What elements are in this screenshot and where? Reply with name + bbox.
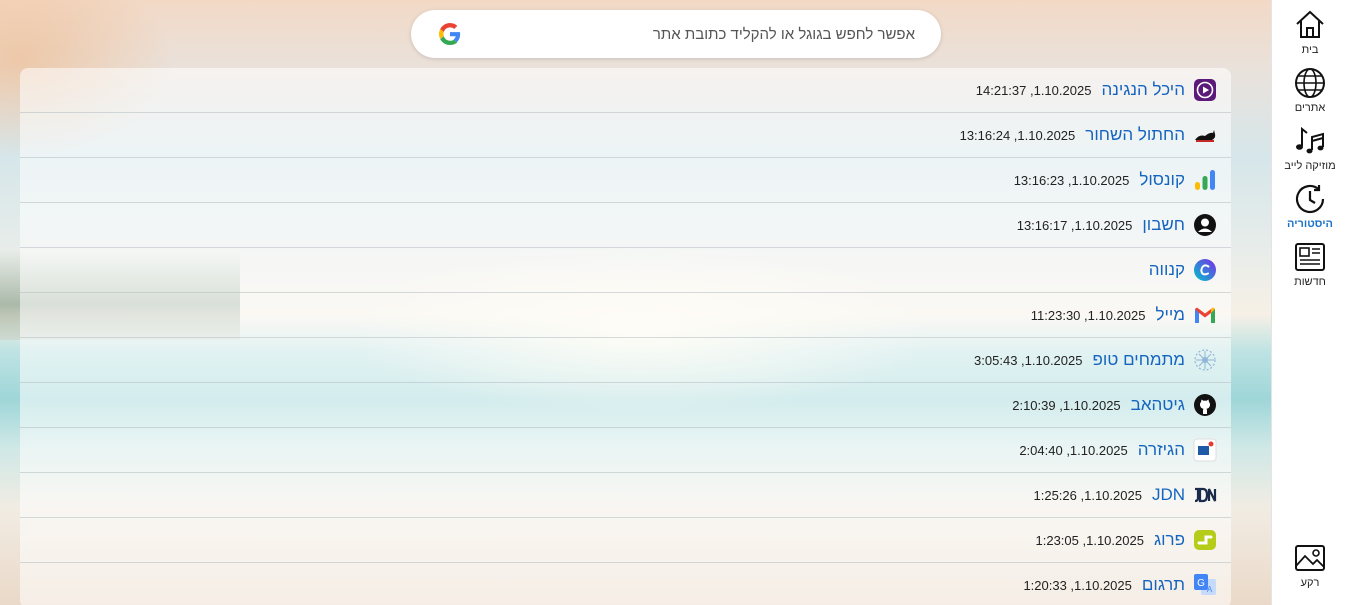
history-time: 3:05:43 ,1.10.2025 xyxy=(974,352,1083,368)
globe-icon xyxy=(1295,68,1325,98)
search-bar[interactable] xyxy=(411,10,941,58)
history-title[interactable]: תרגום xyxy=(1142,575,1185,595)
history-row[interactable]: מתמחים טופ 3:05:43 ,1.10.2025 xyxy=(20,338,1231,383)
history-title[interactable]: מייל xyxy=(1155,305,1185,325)
search-input[interactable] xyxy=(461,19,915,49)
history-row[interactable]: JDN 1:25:26 ,1.10.2025 xyxy=(20,473,1231,518)
history-row[interactable]: חשבון 13:16:17 ,1.10.2025 xyxy=(20,203,1231,248)
sidebar-item-home[interactable]: בית xyxy=(1272,8,1348,57)
sidebar-label: חדשות xyxy=(1294,276,1326,288)
gmail-icon xyxy=(1193,303,1217,327)
analytics-console-icon xyxy=(1193,168,1217,192)
history-time: 2:04:40 ,1.10.2025 xyxy=(1019,442,1128,458)
history-time: 14:21:37 ,1.10.2025 xyxy=(975,82,1092,98)
music-icon xyxy=(1296,126,1324,154)
history-time: 13:16:23 ,1.10.2025 xyxy=(1013,172,1130,188)
history-title[interactable]: הגיזרה xyxy=(1138,440,1185,460)
history-time: 1:23:05 ,1.10.2025 xyxy=(1035,532,1144,548)
sidebar-label: אתרים xyxy=(1294,102,1326,114)
history-time: 11:23:30 ,1.10.2025 xyxy=(1030,307,1146,323)
canva-icon xyxy=(1193,258,1217,282)
history-time: 1:25:26 ,1.10.2025 xyxy=(1033,487,1142,503)
translate-icon: GA xyxy=(1193,573,1217,597)
prog-icon xyxy=(1193,528,1217,552)
sidebar-item-music[interactable]: מוזיקה לייב xyxy=(1272,124,1348,173)
history-time: 1:20:33 ,1.10.2025 xyxy=(1023,577,1132,593)
history-row[interactable]: פרוג 1:23:05 ,1.10.2025 xyxy=(20,518,1231,563)
svg-text:G: G xyxy=(1197,578,1205,589)
history-title[interactable]: JDN xyxy=(1152,485,1185,505)
black-cat-icon xyxy=(1193,123,1217,147)
history-time: 13:16:17 ,1.10.2025 xyxy=(1016,217,1133,233)
network-icon xyxy=(1193,348,1217,372)
history-title[interactable]: פרוג xyxy=(1154,530,1185,550)
history-row[interactable]: GA תרגום 1:20:33 ,1.10.2025 xyxy=(20,563,1231,605)
history-title[interactable]: קונסול xyxy=(1139,170,1185,190)
sidebar-item-background[interactable]: רקע xyxy=(1272,541,1348,590)
history-row[interactable]: גיטהאב 2:10:39 ,1.10.2025 xyxy=(20,383,1231,428)
history-title[interactable]: מתמחים טופ xyxy=(1092,350,1185,370)
history-time: 13:16:24 ,1.10.2025 xyxy=(959,127,1076,143)
history-row[interactable]: הגיזרה 2:04:40 ,1.10.2025 xyxy=(20,428,1231,473)
history-row[interactable]: קנווה xyxy=(20,248,1231,293)
sidebar: בית אתרים מוזיקה לייב היסטוריה חדשות רקע xyxy=(1271,0,1348,605)
sidebar-item-sites[interactable]: אתרים xyxy=(1272,66,1348,115)
sidebar-label: רקע xyxy=(1300,577,1320,589)
hagizra-icon xyxy=(1193,438,1217,462)
sidebar-label: בית xyxy=(1301,44,1319,56)
account-icon xyxy=(1193,213,1217,237)
history-title[interactable]: גיטהאב xyxy=(1131,395,1185,415)
history-list: היכל הנגינה 14:21:37 ,1.10.2025 החתול הש… xyxy=(20,68,1231,605)
history-title[interactable]: קנווה xyxy=(1149,260,1185,280)
history-icon xyxy=(1295,184,1325,214)
github-icon xyxy=(1193,393,1217,417)
history-row[interactable]: החתול השחור 13:16:24 ,1.10.2025 xyxy=(20,113,1231,158)
google-icon xyxy=(439,23,461,45)
image-icon xyxy=(1295,545,1325,571)
history-time: 2:10:39 ,1.10.2025 xyxy=(1012,397,1121,413)
history-title[interactable]: היכל הנגינה xyxy=(1101,80,1185,100)
play-app-icon xyxy=(1193,78,1217,102)
history-row[interactable]: היכל הנגינה 14:21:37 ,1.10.2025 xyxy=(20,68,1231,113)
sidebar-label: היסטוריה xyxy=(1287,218,1333,230)
svg-text:A: A xyxy=(1207,585,1213,594)
history-row[interactable]: מייל 11:23:30 ,1.10.2025 xyxy=(20,293,1231,338)
history-row[interactable]: קונסול 13:16:23 ,1.10.2025 xyxy=(20,158,1231,203)
news-icon xyxy=(1295,243,1325,271)
home-icon xyxy=(1296,10,1324,38)
sidebar-label: מוזיקה לייב xyxy=(1284,160,1336,172)
history-title[interactable]: החתול השחור xyxy=(1085,125,1185,145)
jdn-icon xyxy=(1193,483,1217,507)
sidebar-item-history[interactable]: היסטוריה xyxy=(1272,182,1348,231)
history-title[interactable]: חשבון xyxy=(1142,215,1185,235)
sidebar-item-news[interactable]: חדשות xyxy=(1272,240,1348,289)
